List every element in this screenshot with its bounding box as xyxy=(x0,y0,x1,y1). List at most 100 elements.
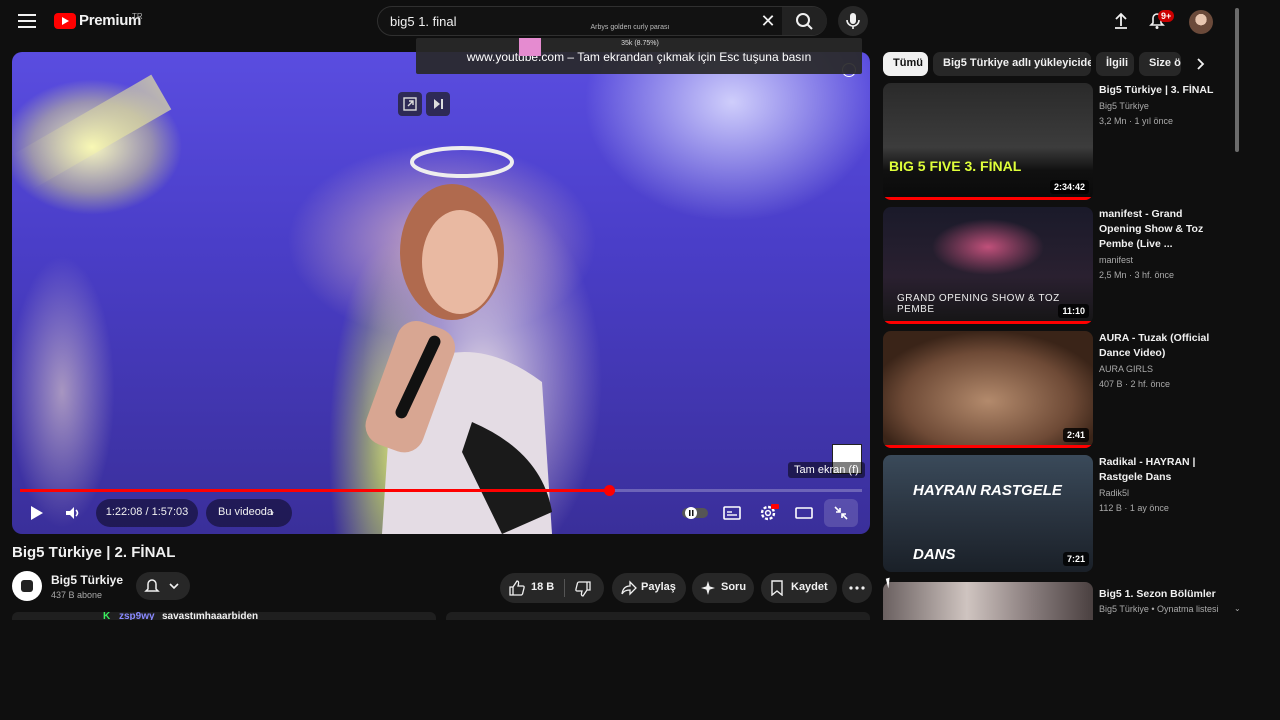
related-channel-5[interactable]: Big5 Türkiye • Oynatma listesi xyxy=(1099,604,1219,614)
related-playlist-thumbnail[interactable] xyxy=(883,582,1093,620)
thumb-overlay-text: HAYRAN RASTGELE DANS xyxy=(913,482,1062,563)
gear-icon xyxy=(760,504,779,521)
related-title-5[interactable]: Big5 1. Sezon Bölümler xyxy=(1099,587,1227,602)
volume-icon xyxy=(66,507,79,519)
logo-country: TR xyxy=(132,12,143,21)
play-icon xyxy=(31,506,43,520)
chevron-right-icon: › xyxy=(270,505,274,519)
share-label: Paylaş xyxy=(641,581,676,593)
like-icon[interactable] xyxy=(508,580,526,596)
divider xyxy=(564,579,565,597)
subtitles-icon xyxy=(723,506,741,520)
notification-badge: 9+ xyxy=(1158,10,1175,22)
video-duration: 11:10 xyxy=(1058,304,1089,318)
video-duration: 2:34:42 xyxy=(1049,180,1089,194)
overlay-color-swatch xyxy=(519,38,541,56)
in-video-chapters-button[interactable]: Bu videoda › xyxy=(206,499,292,527)
chip-for-you[interactable]: Size ö xyxy=(1139,52,1181,76)
chip-related[interactable]: İlgili xyxy=(1096,52,1134,76)
comments-panel xyxy=(446,612,870,620)
in-video-label: Bu videoda xyxy=(218,506,274,518)
bookmark-icon xyxy=(771,580,783,596)
related-title-2[interactable]: manifest - Grand Opening Show & Toz Pemb… xyxy=(1099,207,1227,252)
related-title-3[interactable]: AURA - Tuzak (Official Dance Video) xyxy=(1099,331,1227,361)
related-thumbnail-4[interactable]: HAYRAN RASTGELE DANS 7:21 xyxy=(883,455,1093,572)
chevron-right-icon xyxy=(1197,58,1205,70)
more-horizontal-icon xyxy=(849,586,865,590)
related-thumbnail-1[interactable]: BIG 5 FIVE 3. FİNAL 2:34:42 xyxy=(883,83,1093,200)
thumb-watch-progress xyxy=(883,445,1093,448)
subtitles-button[interactable] xyxy=(720,501,744,525)
chip-from-uploader[interactable]: Big5 Türkiye adlı yükleyiciden xyxy=(933,52,1091,76)
youtube-logo[interactable]: Premium TR xyxy=(54,12,143,29)
related-channel-1[interactable]: Big5 Türkiye xyxy=(1099,101,1149,111)
channel-name[interactable]: Big5 Türkiye xyxy=(51,573,123,587)
theater-icon xyxy=(795,507,813,519)
like-count[interactable]: 18 B xyxy=(531,581,554,593)
video-frame-singer xyxy=(365,146,552,534)
upload-icon xyxy=(1115,12,1127,29)
subscriber-count: 437 B abone xyxy=(51,590,103,600)
thumb-watch-progress xyxy=(883,321,1093,324)
related-thumbnail-2[interactable]: GRAND OPENING SHOW & TOZ PEMBE 11:10 xyxy=(883,207,1093,324)
next-video-button[interactable] xyxy=(426,92,450,116)
autoplay-icon xyxy=(682,507,708,519)
chips-next-button[interactable] xyxy=(1188,54,1212,74)
related-title-4[interactable]: Radikal - HAYRAN | Rastgele Dans xyxy=(1099,455,1227,485)
related-meta-2: 2,5 Mn · 3 hf. önce xyxy=(1099,270,1175,280)
related-channel-4[interactable]: Radik5l xyxy=(1099,488,1129,498)
bell-ring-icon xyxy=(144,579,179,592)
related-title-1[interactable]: Big5 Türkiye | 3. FİNAL xyxy=(1099,83,1227,98)
related-meta-1: 3,2 Mn · 1 yıl önce xyxy=(1099,116,1174,126)
menu-icon[interactable] xyxy=(18,14,36,28)
chevron-down-icon[interactable]: ⌄ xyxy=(1234,604,1241,613)
settings-button[interactable] xyxy=(756,501,780,525)
progress-bar-played xyxy=(20,489,610,492)
related-channel-2[interactable]: manifest xyxy=(1099,255,1133,265)
share-icon xyxy=(621,580,637,596)
search-button[interactable] xyxy=(782,7,827,35)
avatar[interactable] xyxy=(1189,10,1213,34)
fullscreen-tooltip: Tam ekran (f) xyxy=(788,462,865,478)
save-label: Kaydet xyxy=(791,581,828,593)
microphone-icon xyxy=(846,13,860,29)
video-duration: 2:41 xyxy=(1062,428,1089,442)
dislike-icon[interactable] xyxy=(574,581,592,597)
play-button[interactable] xyxy=(24,501,48,525)
fullscreen-button[interactable] xyxy=(824,499,858,527)
ask-button[interactable]: Soru xyxy=(692,573,754,603)
miniplayer-icon xyxy=(403,97,417,111)
upload-button[interactable] xyxy=(1106,6,1136,36)
next-icon xyxy=(434,99,443,109)
related-thumbnail-3[interactable]: 2:41 xyxy=(883,331,1093,448)
video-frame-figure xyxy=(12,132,152,534)
more-actions-button[interactable] xyxy=(842,573,872,603)
scrollbar-thumb[interactable] xyxy=(1235,8,1239,152)
thumb-overlay-text: BIG 5 FIVE 3. FİNAL xyxy=(889,158,1022,174)
like-dislike-group: 18 B xyxy=(500,573,604,603)
mute-button[interactable] xyxy=(61,501,85,525)
thumb-watch-progress xyxy=(883,197,1093,200)
overlay-small-title: Arbys golden curly parası xyxy=(590,24,670,31)
close-icon[interactable]: ✕ xyxy=(758,11,778,31)
search-icon xyxy=(796,13,813,30)
save-button[interactable]: Kaydet xyxy=(761,573,837,603)
overlay-small-percent: 35k (8.75%) xyxy=(621,40,659,47)
time-display: 1:22:08 / 1:57:03 xyxy=(96,499,198,527)
video-player[interactable] xyxy=(12,52,870,534)
related-meta-3: 407 B · 2 hf. önce xyxy=(1099,379,1171,389)
time-text: 1:22:08 / 1:57:03 xyxy=(105,506,189,518)
miniplayer-button[interactable] xyxy=(398,92,422,116)
voice-search-button[interactable] xyxy=(838,6,868,36)
youtube-play-icon xyxy=(54,12,76,29)
video-duration: 7:21 xyxy=(1062,552,1089,566)
channel-avatar[interactable] xyxy=(12,571,42,601)
related-meta-4: 112 B · 1 ay önce xyxy=(1099,503,1169,513)
theater-mode-button[interactable] xyxy=(792,501,816,525)
chip-all[interactable]: Tümü xyxy=(883,52,928,76)
autoplay-toggle[interactable] xyxy=(680,501,708,525)
share-button[interactable]: Paylaş xyxy=(612,573,686,603)
video-title: Big5 Türkiye | 2. FİNAL xyxy=(12,544,176,561)
related-channel-3[interactable]: AURA GIRLS xyxy=(1099,364,1153,374)
subscribed-notifications-button[interactable] xyxy=(136,572,190,600)
